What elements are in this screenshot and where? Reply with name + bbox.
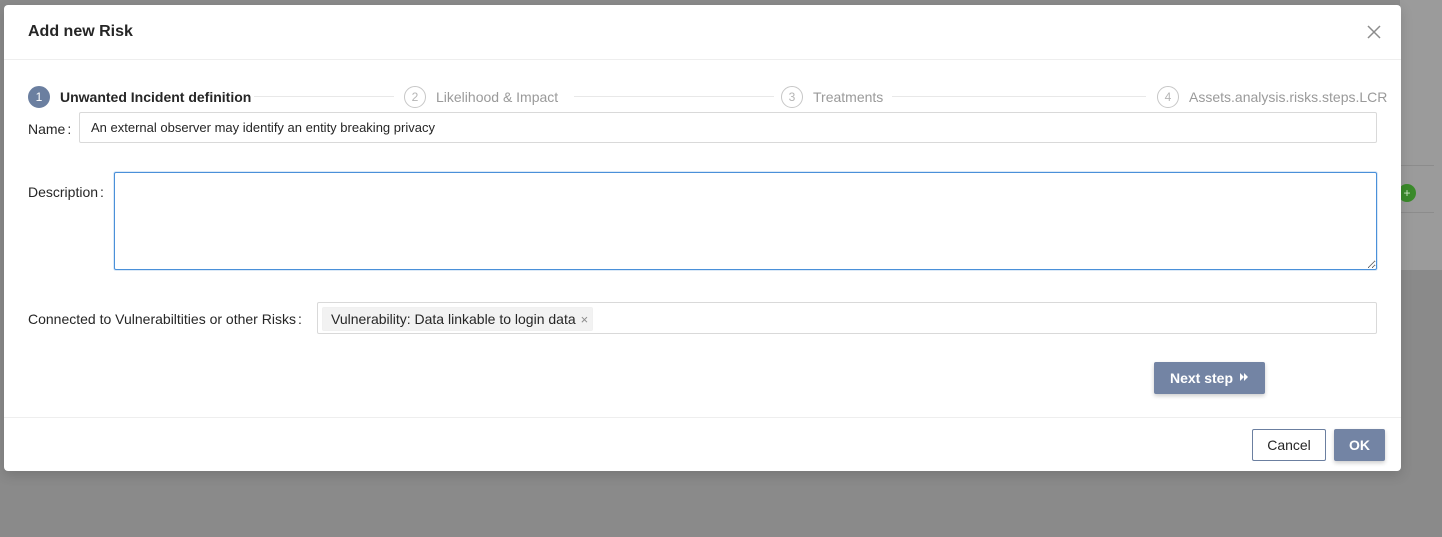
step-number: 4 — [1157, 86, 1179, 108]
selected-tag: Vulnerability: Data linkable to login da… — [322, 307, 594, 331]
modal-header: Add new Risk — [4, 5, 1401, 60]
step-number: 3 — [781, 86, 803, 108]
modal-title: Add new Risk — [28, 23, 133, 40]
step-title: Assets.analysis.risks.steps.LCR — [1189, 89, 1388, 105]
step-title: Unwanted Incident definition — [60, 89, 252, 105]
close-icon[interactable] — [1365, 23, 1383, 41]
double-chevron-right-icon — [1239, 372, 1249, 385]
step-2[interactable]: 2 Likelihood & Impact — [404, 85, 558, 109]
step-title: Likelihood & Impact — [436, 89, 559, 105]
ok-button[interactable]: OK — [1334, 429, 1385, 461]
step-4[interactable]: 4 Assets.analysis.risks.steps.LCR — [1157, 85, 1387, 109]
name-field[interactable] — [79, 112, 1377, 143]
description-field[interactable] — [114, 172, 1377, 270]
step-title: Treatments — [813, 89, 884, 105]
background-divider — [1400, 212, 1434, 213]
next-step-button[interactable]: Next step — [1154, 362, 1265, 394]
background-divider — [1400, 165, 1434, 166]
step-connector — [892, 96, 1146, 97]
tag-label: Vulnerability: Data linkable to login da… — [331, 311, 576, 327]
step-number: 2 — [404, 86, 426, 108]
step-number: 1 — [28, 86, 50, 108]
step-connector — [254, 96, 394, 97]
tag-remove-icon[interactable]: × — [581, 312, 589, 327]
step-3[interactable]: 3 Treatments — [781, 85, 883, 109]
description-label: Description: — [28, 184, 104, 200]
cancel-button[interactable]: Cancel — [1252, 429, 1326, 461]
name-label: Name: — [28, 121, 72, 137]
modal-footer — [4, 417, 1401, 472]
step-1[interactable]: 1 Unwanted Incident definition — [28, 85, 251, 109]
next-step-label: Next step — [1169, 370, 1234, 386]
connected-select[interactable]: Vulnerability: Data linkable to login da… — [317, 302, 1377, 334]
step-connector — [574, 96, 774, 97]
connected-label: Connected to Vulnerabiltities or other R… — [28, 311, 302, 327]
background-page — [1400, 0, 1442, 270]
add-risk-modal: Add new Risk 1 Unwanted Incident definit… — [4, 5, 1401, 471]
